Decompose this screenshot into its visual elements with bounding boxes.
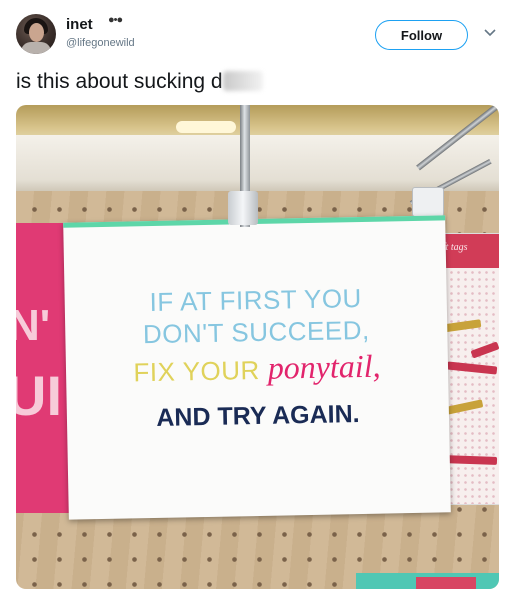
display-name[interactable]: inet [66, 16, 93, 33]
bottom-item-accent [416, 577, 476, 589]
sign-line-3: FIX YOUR ponytail, [66, 344, 449, 398]
tweet-text: is this about sucking d [16, 70, 263, 94]
follow-button[interactable]: Follow [375, 20, 468, 50]
user-handle[interactable]: @lifegonewild [66, 37, 135, 49]
tweet-header: inet ●•● @lifegonewild Follow [0, 0, 511, 70]
tweet-photo[interactable]: N' UI gift tags IF AT FIRST YOU DON'T SU… [16, 105, 499, 589]
sign: IF AT FIRST YOU DON'T SUCCEED, FIX YOUR p… [63, 215, 451, 520]
avatar[interactable] [16, 14, 56, 54]
sign-line-3-fix: FIX YOUR [133, 354, 261, 388]
chevron-down-icon[interactable] [482, 25, 498, 41]
tweet-text-content: is this about sucking d [16, 70, 223, 93]
sign-clip [228, 191, 258, 225]
paw-icon: ●•● [108, 14, 123, 26]
hook-bracket [412, 187, 444, 217]
sign-line-3-ponytail: ponytail, [267, 347, 381, 386]
blurred-word [222, 71, 263, 91]
sign-line-4: AND TRY AGAIN. [156, 400, 360, 432]
